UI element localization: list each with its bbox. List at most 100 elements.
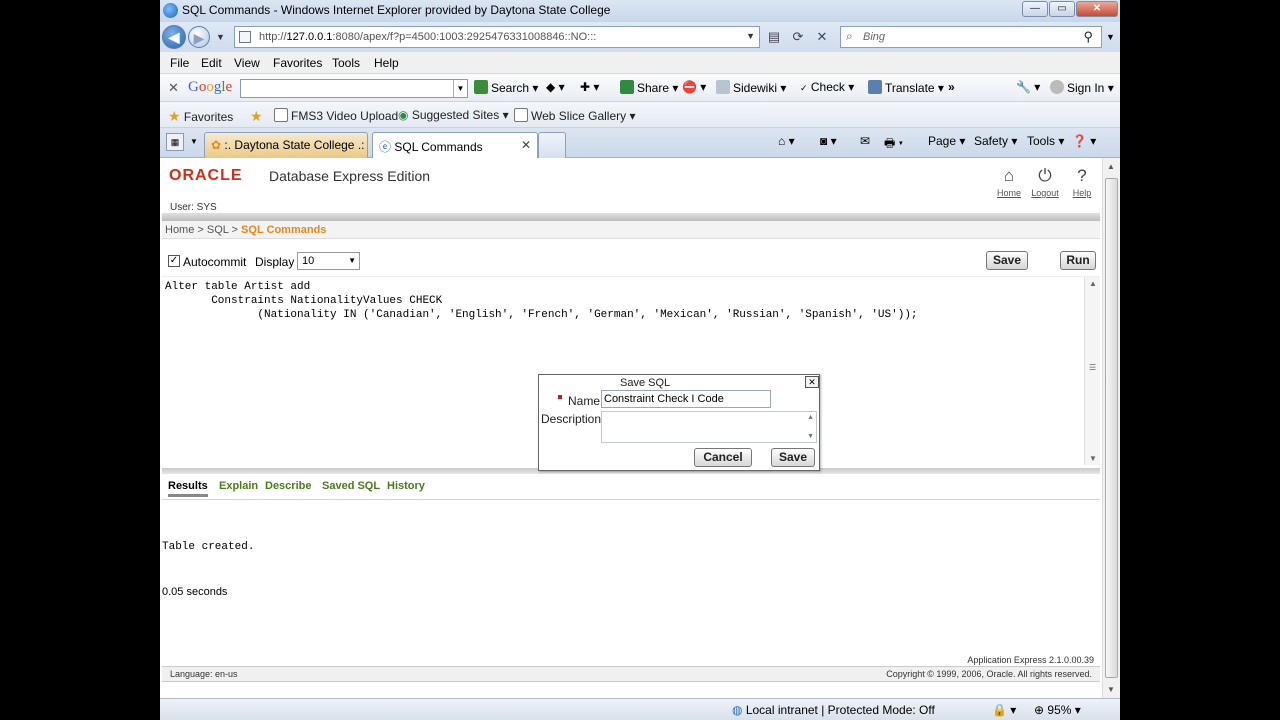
run-button[interactable]: Run (1060, 251, 1096, 270)
search-icon[interactable]: ⚲ (1083, 29, 1093, 45)
ie-logo-icon (163, 3, 178, 18)
menu-file[interactable]: File (170, 56, 189, 70)
home-icon[interactable]: ⌂ ▾ (778, 134, 795, 148)
scroll-up-icon[interactable]: ▲ (807, 414, 814, 421)
more-tools-button[interactable]: » (948, 80, 955, 94)
power-icon: ⏻ (1038, 166, 1052, 185)
scroll-down-icon[interactable]: ▼ (807, 433, 814, 440)
help-icon[interactable]: ❓ ▾ (1072, 134, 1096, 148)
editor-scrollbar[interactable]: ▲ ☰ ▼ (1084, 277, 1100, 465)
zoom-icon: ⊕ (1034, 703, 1045, 717)
favorite-web-slice-gallery[interactable]: Web Slice Gallery ▾ (514, 108, 636, 123)
safety-menu[interactable]: Safety ▾ (974, 134, 1017, 148)
sidewiki-button[interactable]: Sidewiki ▾ (716, 80, 786, 95)
recent-pages-dropdown-icon[interactable]: ▼ (216, 32, 225, 42)
add-favorites-icon[interactable]: ★ (250, 108, 263, 125)
address-bar[interactable]: http://127.0.0.1:8080/apex/f?p=4500:1003… (234, 26, 760, 48)
language-label: Language: en-us (170, 669, 238, 679)
tab-explain[interactable]: Explain (219, 480, 258, 492)
bookmarks-icon[interactable]: ✚ ▾ (580, 80, 599, 94)
forward-button[interactable]: ▶ (188, 26, 210, 48)
scroll-down-icon[interactable]: ▼ (1107, 685, 1115, 694)
favorites-button[interactable]: ★ Favorites (168, 108, 233, 125)
maximize-button[interactable]: ▭ (1049, 1, 1075, 17)
google-logo[interactable]: Google (188, 79, 232, 96)
breadcrumb-sql[interactable]: SQL (207, 224, 229, 236)
tab-sql-commands[interactable]: ⓔ SQL Commands ✕ (372, 132, 538, 158)
save-sql-dialog: Save SQL ✕ Name Constraint Check I Code … (538, 374, 820, 471)
name-input[interactable]: Constraint Check I Code (601, 390, 771, 408)
sign-in-button[interactable]: Sign In ▾ (1050, 80, 1114, 95)
result-message: Table created. (162, 541, 255, 553)
refresh-icon[interactable]: ⟳ (788, 27, 808, 47)
tab-describe[interactable]: Describe (265, 480, 311, 492)
spell-check-button[interactable]: ✓ Check ▾ (800, 80, 854, 94)
translate-button[interactable]: Translate ▾ (868, 80, 944, 95)
share-button[interactable]: Share ▾ (620, 80, 678, 95)
new-tab-button[interactable] (538, 132, 566, 158)
zoom-control[interactable]: ⊕ 95% ▾ (1034, 703, 1081, 717)
dialog-close-icon[interactable]: ✕ (805, 376, 819, 388)
scroll-down-icon[interactable]: ▼ (1089, 454, 1097, 463)
back-button[interactable]: ◀ (162, 25, 186, 49)
scroll-up-icon[interactable]: ▲ (1107, 162, 1115, 171)
search-options-icon[interactable]: ▼ (1106, 32, 1115, 42)
breadcrumb: Home > SQL > SQL Commands (162, 221, 1100, 239)
cancel-button[interactable]: Cancel (694, 448, 752, 467)
address-dropdown-icon[interactable]: ▼ (746, 31, 755, 41)
google-search-dropdown-icon[interactable]: ▼ (453, 80, 467, 97)
save-button[interactable]: Save (986, 251, 1028, 270)
url-text[interactable]: http://127.0.0.1:8080/apex/f?p=4500:1003… (259, 31, 596, 43)
security-zone[interactable]: ◍ Local intranet | Protected Mode: Off (732, 703, 935, 717)
menu-edit[interactable]: Edit (201, 56, 222, 70)
google-search-button[interactable]: Search ▾ (474, 80, 538, 95)
elapsed-time: 0.05 seconds (162, 586, 228, 598)
dialog-save-button[interactable]: Save (771, 448, 815, 467)
menu-view[interactable]: View (234, 56, 260, 70)
help-link[interactable]: ? Help (1065, 166, 1099, 198)
favorite-suggested-sites[interactable]: ◉ Suggested Sites ▾ (398, 108, 509, 122)
wrench-icon[interactable]: 🔧 ▾ (1016, 80, 1040, 94)
tab-saved-sql[interactable]: Saved SQL (322, 480, 380, 492)
scroll-thumb[interactable] (1105, 178, 1118, 678)
gmail-icon[interactable]: ◆ ▾ (546, 80, 565, 94)
close-window-button[interactable]: ✕ (1076, 1, 1118, 17)
tools-menu[interactable]: Tools ▾ (1027, 134, 1064, 148)
tab-history[interactable]: History (387, 480, 425, 492)
autocommit-checkbox[interactable]: ✓ (168, 255, 180, 267)
tab-results[interactable]: Results (168, 480, 208, 497)
page-scrollbar[interactable]: ▲ ▼ (1102, 158, 1120, 698)
close-tab-icon[interactable]: ✕ (521, 138, 531, 152)
sql-text[interactable]: Alter table Artist add Constraints Natio… (165, 280, 918, 322)
tab-daytona-state-college[interactable]: ✿ :. Daytona State College .: (204, 132, 368, 158)
google-search-icon (474, 80, 488, 94)
description-input[interactable]: ▲ ▼ (601, 411, 817, 443)
protected-mode-icon[interactable]: 🔒 ▾ (992, 703, 1016, 717)
scroll-up-icon[interactable]: ▲ (1089, 279, 1097, 288)
tab-list-dropdown-icon[interactable]: ▼ (190, 137, 198, 146)
stop-icon[interactable]: ✕ (812, 27, 832, 47)
read-mail-icon[interactable]: ✉ (860, 134, 870, 148)
intranet-icon: ◍ (732, 703, 743, 717)
feeds-icon[interactable]: ◙ ▾ (820, 134, 837, 148)
close-toolbar-icon[interactable]: ✕ (168, 80, 179, 96)
display-select[interactable]: 10 ▼ (297, 252, 360, 270)
breadcrumb-home[interactable]: Home (165, 224, 194, 236)
logout-link[interactable]: ⏻ Logout (1028, 166, 1062, 198)
minimize-button[interactable]: — (1022, 1, 1048, 17)
page-menu[interactable]: Page ▾ (928, 134, 965, 148)
compatibility-view-icon[interactable]: ▤ (764, 27, 784, 47)
popup-blocker-icon[interactable]: ⛔ ▾ (682, 80, 706, 94)
home-link[interactable]: ⌂ Home (992, 166, 1026, 198)
print-icon[interactable]: 🖶 ▾ (884, 134, 903, 155)
google-search-input[interactable]: ▼ (240, 79, 468, 98)
menu-help[interactable]: Help (374, 56, 399, 70)
search-box[interactable]: ⌕ Bing ⚲ (840, 26, 1102, 48)
favorite-fms3-video-upload[interactable]: FMS3 Video Upload (274, 108, 398, 123)
address-row: ◀ ▶ ▼ http://127.0.0.1:8080/apex/f?p=450… (160, 22, 1120, 52)
display-label: Display (255, 255, 295, 269)
menu-tools[interactable]: Tools (332, 56, 360, 70)
menu-favorites[interactable]: Favorites (273, 56, 322, 70)
share-icon (620, 80, 634, 94)
quick-tabs-icon[interactable]: ▦ (166, 133, 184, 151)
